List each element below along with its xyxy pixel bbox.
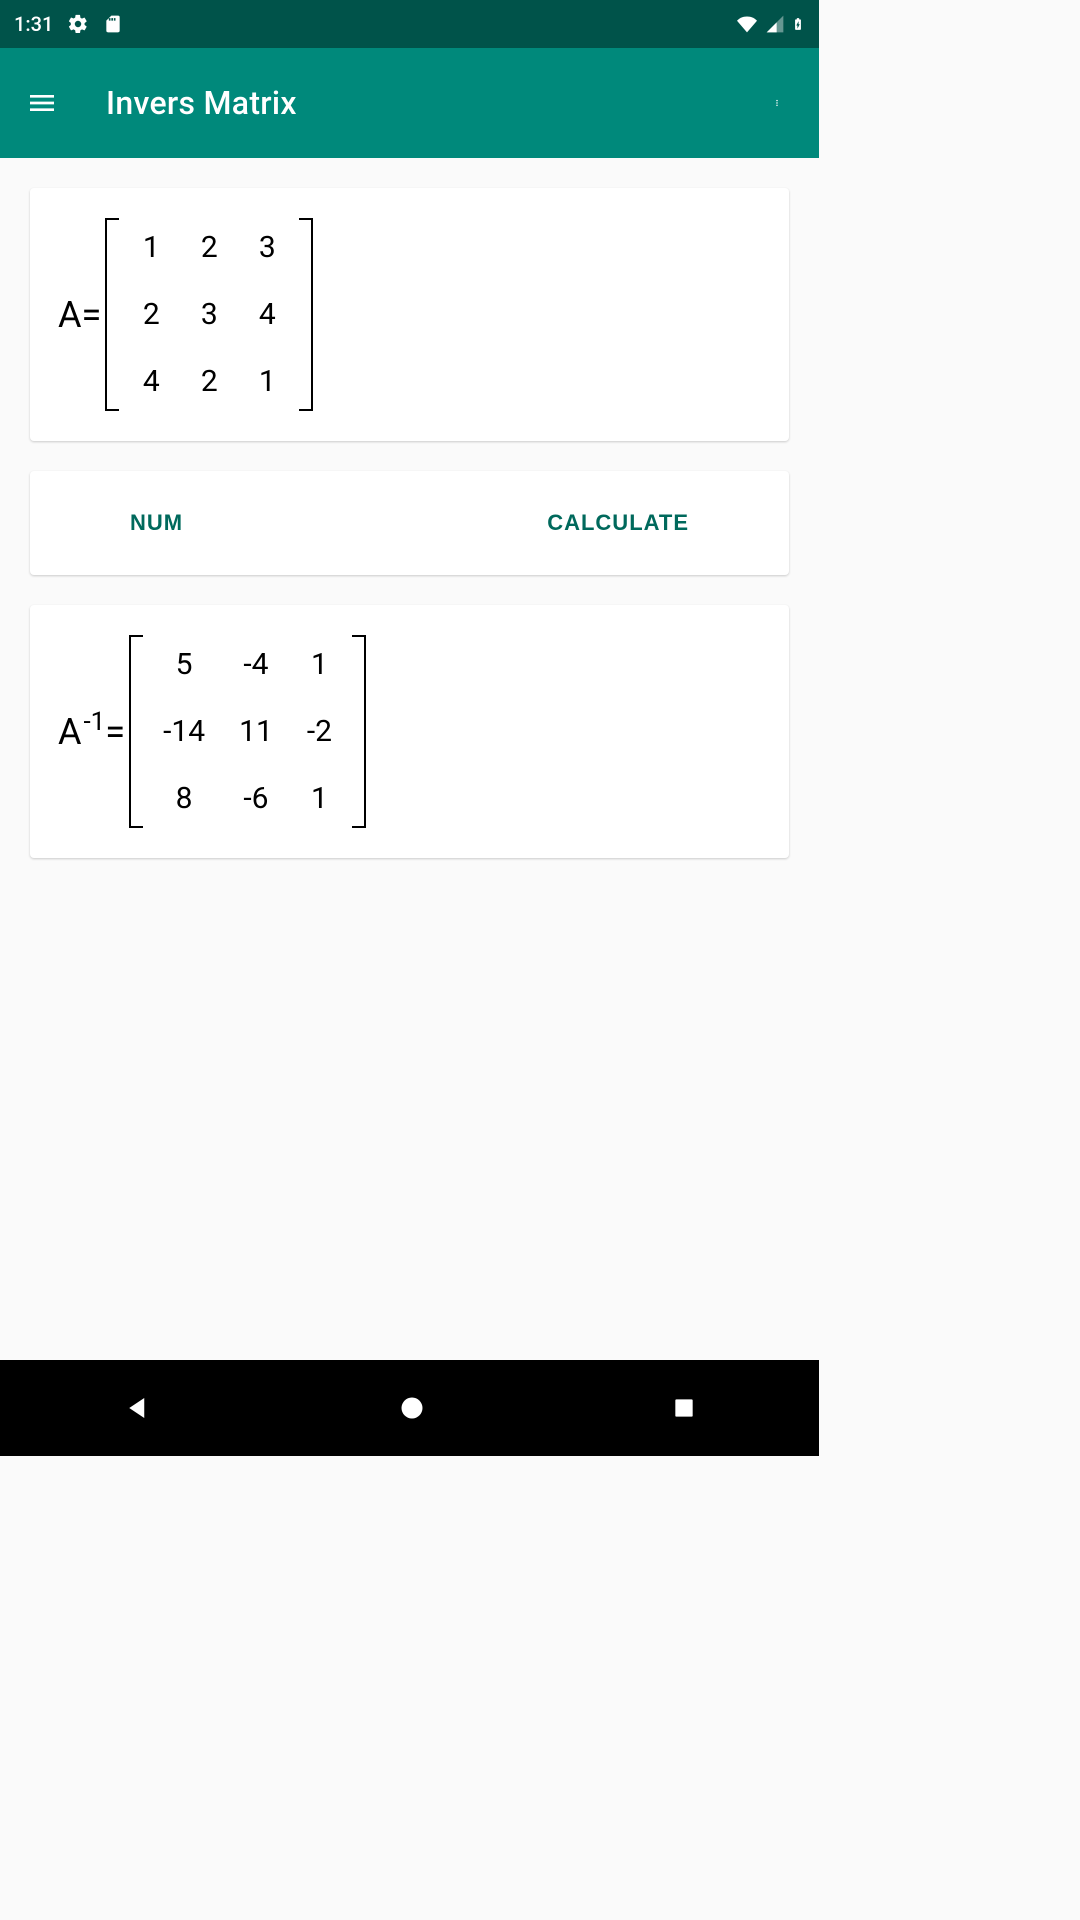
matrix-cell: -14 bbox=[163, 714, 205, 749]
page-title: Invers Matrix bbox=[106, 84, 297, 122]
status-bar: 1:31 bbox=[0, 0, 819, 48]
matrix-cell: 1 bbox=[307, 647, 332, 682]
home-icon[interactable] bbox=[398, 1394, 426, 1422]
gear-icon bbox=[67, 13, 89, 35]
num-button[interactable]: NUM bbox=[30, 471, 283, 575]
matrix-cell: -2 bbox=[307, 714, 332, 749]
matrix-cell: 1 bbox=[307, 781, 332, 816]
recents-icon[interactable] bbox=[671, 1395, 697, 1421]
matrix-cell: 2 bbox=[197, 230, 221, 265]
matrix-cell: 8 bbox=[163, 781, 205, 816]
matrix-cell: 11 bbox=[239, 714, 273, 749]
matrix-a-grid: 1 2 3 2 3 4 4 2 1 bbox=[119, 218, 299, 411]
bracket-right bbox=[299, 218, 313, 411]
matrix-cell: 3 bbox=[255, 230, 279, 265]
matrix-inverse-label: A-1= bbox=[58, 707, 125, 757]
signal-icon bbox=[765, 14, 785, 34]
matrix-cell: -6 bbox=[239, 781, 273, 816]
system-nav-bar bbox=[0, 1360, 819, 1456]
spacer bbox=[283, 471, 447, 575]
matrix-cell: 4 bbox=[139, 364, 163, 399]
bracket-left bbox=[105, 218, 119, 411]
matrix-cell: 1 bbox=[255, 364, 279, 399]
wifi-icon bbox=[735, 14, 759, 34]
battery-charging-icon bbox=[791, 13, 805, 35]
sd-card-icon bbox=[103, 13, 123, 35]
matrix-a-card: A= 1 2 3 2 3 4 4 2 1 bbox=[30, 188, 789, 441]
action-card: NUM CALCULATE bbox=[30, 471, 789, 575]
app-bar: Invers Matrix bbox=[0, 48, 819, 158]
matrix-cell: 4 bbox=[255, 297, 279, 332]
bracket-right bbox=[352, 635, 366, 828]
bracket-left bbox=[129, 635, 143, 828]
matrix-cell: 2 bbox=[139, 297, 163, 332]
calculate-button[interactable]: CALCULATE bbox=[447, 471, 789, 575]
matrix-a-label: A= bbox=[58, 294, 101, 336]
more-icon[interactable] bbox=[755, 81, 799, 125]
content: A= 1 2 3 2 3 4 4 2 1 NUM CALCULATE bbox=[0, 158, 819, 888]
matrix-inverse-grid: 5 -4 1 -14 11 -2 8 -6 1 bbox=[143, 635, 352, 828]
matrix-inverse-card: A-1= 5 -4 1 -14 11 -2 8 -6 1 bbox=[30, 605, 789, 858]
status-time: 1:31 bbox=[14, 12, 53, 36]
matrix-cell: 5 bbox=[163, 647, 205, 682]
matrix-cell: -4 bbox=[239, 647, 273, 682]
matrix-cell: 1 bbox=[139, 230, 163, 265]
matrix-cell: 2 bbox=[197, 364, 221, 399]
back-icon[interactable] bbox=[123, 1393, 153, 1423]
matrix-cell: 3 bbox=[197, 297, 221, 332]
menu-icon[interactable] bbox=[20, 81, 64, 125]
